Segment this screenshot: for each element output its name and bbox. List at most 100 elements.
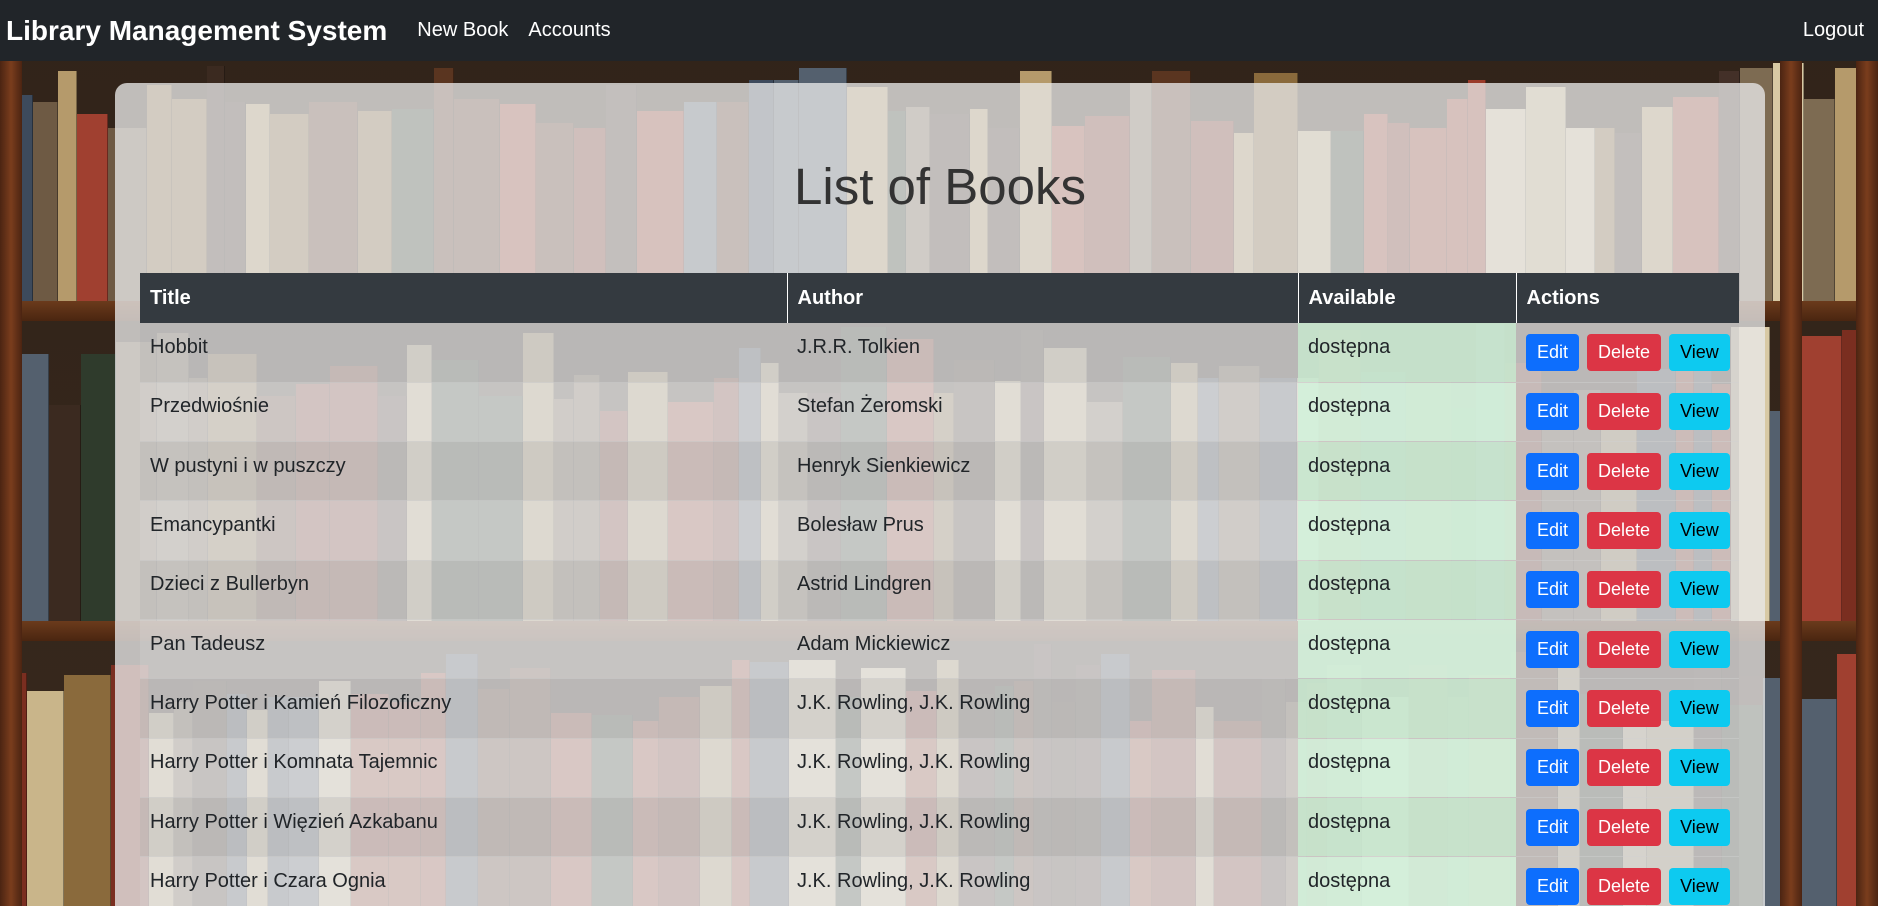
book-title-cell: Dzieci z Bullerbyn <box>140 560 787 620</box>
delete-button[interactable]: Delete <box>1587 749 1662 787</box>
book-title-cell: Harry Potter i Czara Ognia <box>140 856 787 906</box>
nav-accounts[interactable]: Accounts <box>528 19 610 42</box>
brand-title[interactable]: Library Management System <box>6 15 387 47</box>
view-button[interactable]: View <box>1669 452 1730 490</box>
view-button[interactable]: View <box>1669 630 1730 668</box>
book-spine <box>57 70 78 301</box>
delete-button[interactable]: Delete <box>1587 393 1662 431</box>
book-available-cell: dostępna <box>1298 560 1516 620</box>
book-available-cell: dostępna <box>1298 382 1516 443</box>
book-title-cell: Harry Potter i Kamień Filozoficzny <box>140 678 787 739</box>
book-actions-cell: Edit Delete View <box>1516 738 1739 798</box>
edit-button[interactable]: Edit <box>1526 333 1580 371</box>
table-row: Pan Tadeusz Adam Mickiewicz dostępna Edit De… <box>140 619 1739 680</box>
book-actions-cell: Edit Delete View <box>1516 797 1739 858</box>
book-author-cell: J.K. Rowling, J.K. Rowling <box>787 678 1298 739</box>
edit-button[interactable]: Edit <box>1526 393 1580 431</box>
edit-button[interactable]: Edit <box>1526 808 1580 846</box>
book-author-cell: Adam Mickiewicz <box>787 619 1298 680</box>
book-spine <box>48 405 81 621</box>
top-navbar: Library Management System New Book Accou… <box>0 0 1878 61</box>
book-title-cell: Przedwiośnie <box>140 382 787 443</box>
view-button[interactable]: View <box>1669 689 1730 727</box>
header-available: Available <box>1298 273 1517 323</box>
book-spine <box>77 113 109 301</box>
book-author-cell: J.K. Rowling, J.K. Rowling <box>787 856 1298 906</box>
edit-button[interactable]: Edit <box>1526 689 1580 727</box>
book-actions-cell: Edit Delete View <box>1516 619 1739 680</box>
view-button[interactable]: View <box>1669 867 1730 905</box>
book-title-cell: Pan Tadeusz <box>140 619 787 680</box>
table-body: Hobbit J.R.R. Tolkien dostępna Edit Delete Vi… <box>140 323 1739 906</box>
header-actions: Actions <box>1516 273 1739 323</box>
books-card: List of Books Title Author Available Act… <box>115 83 1765 906</box>
table-header-row: Title Author Available Actions <box>140 273 1739 323</box>
edit-button[interactable]: Edit <box>1526 749 1580 787</box>
edit-button[interactable]: Edit <box>1526 571 1580 609</box>
book-available-cell: dostępna <box>1298 678 1516 739</box>
books-table: Title Author Available Actions Hobbit J.R… <box>140 273 1739 906</box>
table-row: Hobbit J.R.R. Tolkien dostępna Edit Delete Vi… <box>140 323 1739 383</box>
book-spine <box>32 101 58 301</box>
book-spine <box>1804 99 1836 301</box>
edit-button[interactable]: Edit <box>1526 867 1580 905</box>
delete-button[interactable]: Delete <box>1587 571 1662 609</box>
book-available-cell: dostępna <box>1298 323 1516 383</box>
book-actions-cell: Edit Delete View <box>1516 323 1739 383</box>
book-available-cell: dostępna <box>1298 500 1516 561</box>
page-title: List of Books <box>794 158 1086 215</box>
logout-link[interactable]: Logout <box>1803 19 1864 42</box>
book-spine <box>63 675 112 906</box>
nav-new-book[interactable]: New Book <box>417 19 508 42</box>
book-title-cell: Emancypantki <box>140 500 787 561</box>
view-button[interactable]: View <box>1669 808 1730 846</box>
header-author: Author <box>787 273 1299 323</box>
book-available-cell: dostępna <box>1298 441 1516 502</box>
book-available-cell: dostępna <box>1298 619 1516 680</box>
book-author-cell: J.K. Rowling, J.K. Rowling <box>787 738 1298 798</box>
table-row: Emancypantki Bolesław Prus dostępna Edit Del… <box>140 500 1739 561</box>
edit-button[interactable]: Edit <box>1526 452 1580 490</box>
book-actions-cell: Edit Delete View <box>1516 560 1739 620</box>
view-button[interactable]: View <box>1669 749 1730 787</box>
book-title-cell: Hobbit <box>140 323 787 383</box>
book-available-cell: dostępna <box>1298 856 1516 906</box>
book-author-cell: J.R.R. Tolkien <box>787 323 1298 383</box>
book-author-cell: Henryk Sienkiewicz <box>787 441 1298 502</box>
edit-button[interactable]: Edit <box>1526 512 1580 550</box>
delete-button[interactable]: Delete <box>1587 452 1662 490</box>
delete-button[interactable]: Delete <box>1587 689 1662 727</box>
book-author-cell: Bolesław Prus <box>787 500 1298 561</box>
table-row: Harry Potter i Czara Ognia J.K. Rowling, … <box>140 856 1739 906</box>
table-row: Harry Potter i Komnata Tajemnic J.K. Rowl… <box>140 738 1739 798</box>
book-actions-cell: Edit Delete View <box>1516 500 1739 561</box>
shelf-post <box>0 61 22 906</box>
view-button[interactable]: View <box>1669 393 1730 431</box>
table-row: W pustyni i w puszczy Henryk Sienkiewicz d… <box>140 441 1739 502</box>
book-actions-cell: Edit Delete View <box>1516 678 1739 739</box>
table-row: Dzieci z Bullerbyn Astrid Lindgren dostępn… <box>140 560 1739 620</box>
book-available-cell: dostępna <box>1298 797 1516 858</box>
header-title: Title <box>140 273 788 323</box>
shelf-post <box>1780 61 1802 906</box>
book-author-cell: Astrid Lindgren <box>787 560 1298 620</box>
book-available-cell: dostępna <box>1298 738 1516 798</box>
delete-button[interactable]: Delete <box>1587 867 1662 905</box>
delete-button[interactable]: Delete <box>1587 333 1662 371</box>
book-author-cell: J.K. Rowling, J.K. Rowling <box>787 797 1298 858</box>
view-button[interactable]: View <box>1669 571 1730 609</box>
book-title-cell: Harry Potter i Komnata Tajemnic <box>140 738 787 798</box>
table-row: Harry Potter i Więzień Azkabanu J.K. Rowl… <box>140 797 1739 858</box>
view-button[interactable]: View <box>1669 512 1730 550</box>
view-button[interactable]: View <box>1669 333 1730 371</box>
edit-button[interactable]: Edit <box>1526 630 1580 668</box>
book-spine <box>1802 699 1837 906</box>
delete-button[interactable]: Delete <box>1587 512 1662 550</box>
book-actions-cell: Edit Delete View <box>1516 382 1739 443</box>
book-spine <box>26 691 64 906</box>
delete-button[interactable]: Delete <box>1587 808 1662 846</box>
table-row: Przedwiośnie Stefan Żeromski dostępna Edit D… <box>140 382 1739 443</box>
shelf-post <box>1856 61 1878 906</box>
delete-button[interactable]: Delete <box>1587 630 1662 668</box>
book-title-cell: W pustyni i w puszczy <box>140 441 787 502</box>
